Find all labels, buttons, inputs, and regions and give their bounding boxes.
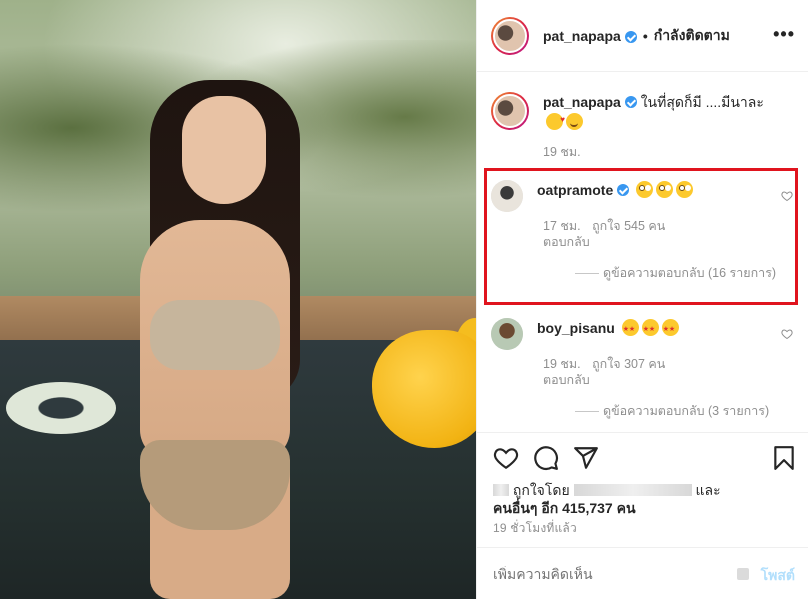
smiling-face-icon [566,113,583,130]
comment-avatar[interactable] [491,318,523,350]
star-struck-icon [661,319,679,340]
separator-dot: • [642,27,648,44]
post-comment-button[interactable]: โพสต์ [761,565,795,587]
more-icon[interactable]: ••• [773,24,795,45]
liker-avatar-blurred [493,484,509,496]
star-struck-icon [621,319,639,340]
comment-likes[interactable]: ถูกใจ 307 คน [592,357,665,371]
add-comment-bar: โพสต์ [477,547,808,599]
star-struck-icon [641,319,659,340]
comment-username[interactable]: boy_pisanu [537,320,615,336]
verified-badge-icon [624,96,637,108]
post-header: pat_napapa • กำลังติดตาม ••• [477,0,808,72]
caption-text: ในที่สุดก็มี ....มีนาละ [640,94,764,110]
smiling-face-with-hearts-icon [546,110,565,130]
input-resize-icon [737,568,749,580]
caption-avatar[interactable] [491,92,529,130]
photo-pool-float [6,382,116,434]
comment-like-heart-icon[interactable] [781,328,793,340]
comments-list[interactable]: pat_napapa ในที่สุดก็มี ....มีนาละ 19 ชม… [477,72,808,432]
post-side-panel: pat_napapa • กำลังติดตาม ••• pat_napapa … [476,0,808,599]
caption: pat_napapa ในที่สุดก็มี ....มีนาละ 19 ชม… [491,92,791,160]
post-photo[interactable] [0,0,476,599]
comment-item: boy_pisanu 19 ชม. ถูกใจ 307 คน ตอบกลับ ด… [491,318,793,420]
photo-swimsuit-top [150,300,280,370]
author-username[interactable]: pat_napapa [543,28,621,44]
photo-person-face [182,96,266,204]
reply-button[interactable]: ตอบกลับ [543,373,590,387]
photo-swimsuit-bottom [140,440,290,530]
comment-input[interactable] [493,566,713,582]
highlight-box [484,168,798,305]
others-likes-link[interactable]: คนอื่นๆ อีก 415,737 คน [493,500,636,516]
view-replies-button[interactable]: ดูข้อความตอบกลับ (3 รายการ) [543,402,791,420]
share-icon[interactable] [573,445,599,471]
comment-icon[interactable] [533,445,559,471]
liker-name-blurred[interactable] [573,484,692,496]
caption-username[interactable]: pat_napapa [543,94,621,110]
post-timestamp[interactable]: 19 ชั่วโมงที่แล้ว [493,519,577,538]
heart-icon[interactable] [493,445,519,471]
caption-time: 19 ชม. [543,145,581,159]
author-avatar[interactable] [491,16,529,55]
liked-by-label: ถูกใจโดย [512,482,570,498]
and-label: และ [695,482,721,498]
action-icons [493,445,794,473]
verified-badge-icon [624,30,637,43]
bookmark-icon[interactable] [771,445,797,471]
likes-summary: ถูกใจโดย และ คนอื่นๆ อีก 415,737 คน [493,481,721,517]
comment-time: 19 ชม. [543,357,581,371]
follow-status-button[interactable]: กำลังติดตาม [654,25,730,47]
post-actions: ถูกใจโดย และ คนอื่นๆ อีก 415,737 คน 19 ช… [477,432,808,599]
